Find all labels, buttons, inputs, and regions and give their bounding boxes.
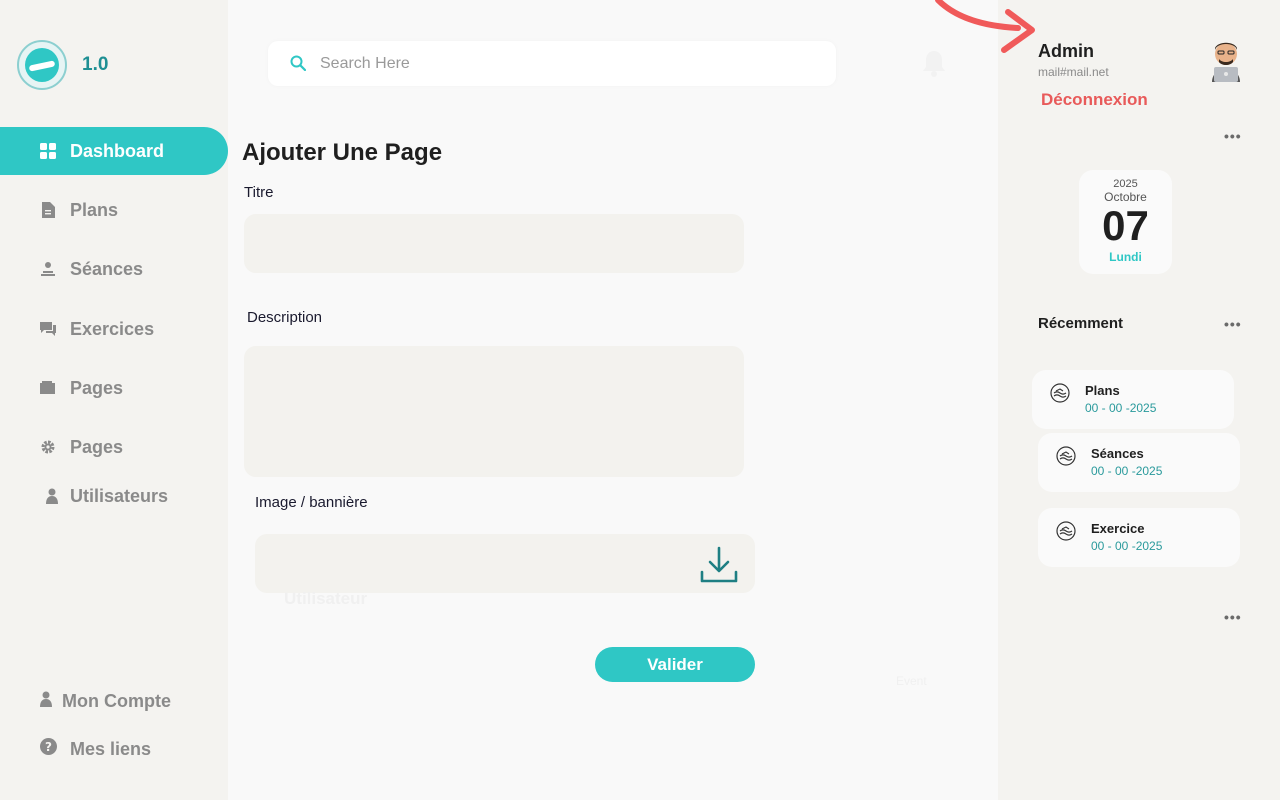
ghost-utilisateur-text: Utilisateur	[284, 589, 368, 608]
sidebar-item-pages-settings[interactable]: Pages	[0, 423, 228, 471]
recent-item-seances[interactable]: Séances 00 - 00 -2025	[1038, 433, 1240, 492]
description-field[interactable]	[244, 346, 744, 477]
mon-compte-link[interactable]: Mon Compte	[40, 686, 171, 716]
sidebar-item-seances[interactable]: Séances	[0, 245, 228, 293]
mon-compte-label: Mon Compte	[62, 690, 171, 711]
sidebar-item-dashboard[interactable]: Dashboard	[0, 127, 228, 175]
date-day: 07	[1102, 202, 1149, 249]
svg-text:?: ?	[45, 740, 52, 754]
logout-link[interactable]: Déconnexion	[1041, 90, 1148, 110]
document-icon	[40, 202, 56, 218]
user-name: Admin	[1038, 41, 1094, 61]
description-label: Description	[247, 309, 323, 326]
user-icon	[40, 691, 52, 712]
user-email: mail#mail.net	[1038, 65, 1109, 79]
download-icon[interactable]	[700, 546, 738, 584]
sidebar-item-label: Dashboard	[70, 140, 165, 161]
sidebar-item-plans[interactable]: Plans	[0, 186, 228, 234]
sidebar-item-label: Utilisateurs	[70, 485, 169, 506]
mes-liens-link[interactable]: ? Mes liens	[40, 734, 151, 764]
titre-field[interactable]	[244, 214, 744, 273]
search-icon[interactable]	[290, 55, 307, 72]
search-input[interactable]	[320, 41, 820, 86]
recent-item-date: 00 - 00 -2025	[1085, 401, 1157, 415]
image-label: Image / bannière	[255, 494, 368, 511]
swimmer-icon	[1056, 446, 1076, 466]
sidebar-item-exercices[interactable]: Exercices	[0, 305, 228, 353]
sidebar-item-label: Pages	[70, 377, 124, 398]
app-logo[interactable]	[17, 40, 67, 90]
help-icon: ?	[40, 738, 57, 760]
sidebar-item-label: Plans	[70, 199, 119, 220]
recent-item-date: 00 - 00 -2025	[1091, 464, 1163, 478]
date-weekday: Lundi	[1109, 250, 1142, 264]
logo-emblem	[25, 48, 59, 82]
page-title: Ajouter Une Page	[242, 139, 443, 166]
person-desk-icon	[40, 261, 56, 277]
folder-icon	[40, 380, 56, 396]
sidebar-item-pages[interactable]: Pages	[0, 364, 228, 412]
date-year: 2025	[1113, 178, 1138, 190]
recent-title: Récemment	[1038, 315, 1124, 332]
recent-item-plans[interactable]: Plans 00 - 00 -2025	[1032, 370, 1234, 429]
mes-liens-label: Mes liens	[70, 738, 152, 759]
swimmer-icon	[1056, 521, 1076, 541]
ghost-event-text: Event	[896, 674, 927, 688]
avatar[interactable]	[1208, 40, 1244, 82]
sidebar-item-label: Séances	[70, 258, 144, 279]
sidebar-item-utilisateurs[interactable]: Utilisateurs	[0, 472, 228, 520]
arrow-pointer-icon	[930, 0, 1040, 62]
recent-item-title: Exercice	[1091, 521, 1145, 536]
user-icon	[44, 488, 60, 504]
titre-label: Titre	[244, 184, 274, 201]
image-upload-field[interactable]	[255, 534, 755, 593]
more-options-icon[interactable]: •••	[1224, 128, 1242, 144]
more-options-icon[interactable]: •••	[1224, 316, 1242, 332]
recent-item-title: Séances	[1091, 446, 1144, 461]
sidebar-item-label: Pages	[70, 436, 124, 457]
recent-item-exercice[interactable]: Exercice 00 - 00 -2025	[1038, 508, 1240, 567]
recent-item-title: Plans	[1085, 383, 1120, 398]
gear-icon	[40, 439, 56, 455]
swimmer-icon	[1050, 383, 1070, 403]
chat-icon	[40, 321, 56, 337]
app-version: 1.0	[82, 54, 109, 75]
grid-icon	[40, 143, 56, 159]
sidebar: 1.0 Dashboard Plans Séances Exercices Pa…	[0, 0, 228, 800]
recent-item-date: 00 - 00 -2025	[1091, 539, 1163, 553]
more-options-icon[interactable]: •••	[1224, 609, 1242, 625]
valider-button[interactable]: Valider	[595, 647, 755, 682]
date-card: 2025 Octobre 07 Lundi	[1079, 170, 1172, 274]
search-bar	[268, 41, 836, 86]
sidebar-item-label: Exercices	[70, 318, 155, 339]
